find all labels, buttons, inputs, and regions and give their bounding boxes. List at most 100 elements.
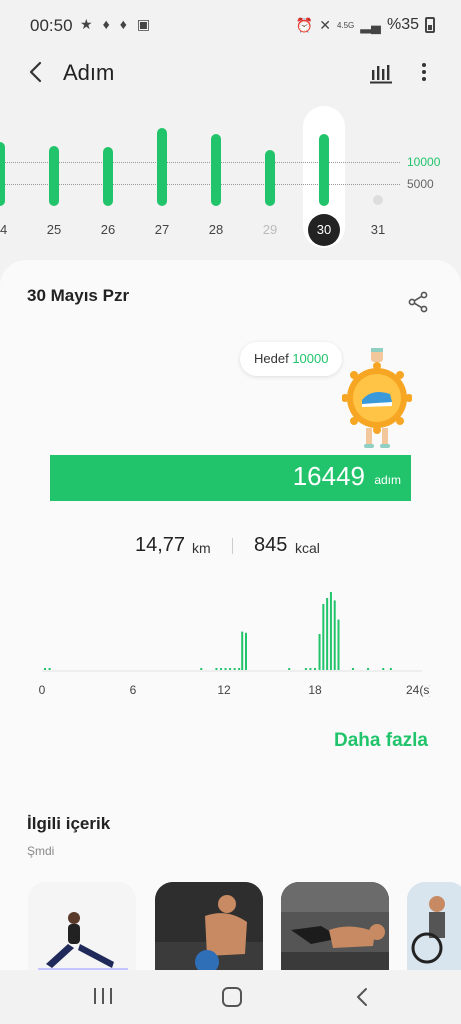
related-content-card[interactable] xyxy=(28,882,136,972)
hourly-bar xyxy=(238,668,241,670)
x-tick-label: 18 xyxy=(308,683,322,697)
goal-line xyxy=(0,162,400,163)
hourly-bar xyxy=(309,668,312,670)
mid-line xyxy=(0,184,400,185)
hourly-steps-chart[interactable]: 0 6 12 18 24(s) xyxy=(30,570,430,700)
hourly-bar xyxy=(326,598,329,670)
hourly-bar xyxy=(318,634,321,670)
chevron-left-icon xyxy=(29,61,42,83)
mute-icon: ✕ xyxy=(319,16,331,33)
home-icon[interactable] xyxy=(222,987,242,1007)
day-empty-marker-31 xyxy=(373,195,383,205)
back-button[interactable] xyxy=(22,58,50,86)
bell-icon: ♦ xyxy=(119,16,127,32)
hourly-bar xyxy=(389,668,392,670)
day-label-26[interactable]: 26 xyxy=(93,222,123,237)
goal-value: 10000 xyxy=(292,351,329,366)
workout-image xyxy=(155,882,263,972)
workout-image xyxy=(281,882,389,972)
screen: 00:50 ★ ♦ ♦ ▣ ⏰ ✕ 4.5G ▂▄ %35 Adım 10000… xyxy=(0,0,461,1024)
hourly-bar xyxy=(322,604,325,670)
status-right: ⏰ ✕ 4.5G ▂▄ %35 xyxy=(296,16,435,34)
hourly-bar xyxy=(229,668,232,670)
distance-unit: km xyxy=(192,540,211,556)
more-dot xyxy=(422,70,426,74)
distance-value: 14,77 xyxy=(135,534,186,556)
more-link[interactable]: Daha fazla xyxy=(334,730,428,752)
hourly-bar xyxy=(48,668,51,670)
hourly-bar xyxy=(288,668,291,670)
hourly-bar xyxy=(314,668,316,670)
day-label-29[interactable]: 29 xyxy=(255,222,285,237)
hourly-bar xyxy=(337,619,340,670)
hourly-bar xyxy=(224,668,227,670)
status-bar: 00:50 ★ ♦ ♦ ▣ ⏰ ✕ 4.5G ▂▄ %35 xyxy=(0,0,461,52)
related-content-card[interactable] xyxy=(281,882,389,972)
battery-label: %35 xyxy=(386,16,419,33)
day-bar-26[interactable] xyxy=(103,147,113,206)
back-icon[interactable] xyxy=(352,986,372,1008)
trends-button[interactable] xyxy=(368,60,394,86)
notification-icon: ★ xyxy=(80,16,93,32)
steps-count: 16449 xyxy=(292,461,365,491)
network-label: 4.5G xyxy=(336,20,355,30)
day-strip[interactable]: 10000 5000 24 25 26 27 28 29 30 31 xyxy=(0,100,461,250)
goal-axis-label: 10000 xyxy=(407,155,441,169)
more-options-button[interactable] xyxy=(412,58,436,86)
bell-icon: ♦ xyxy=(102,16,110,32)
hourly-bar xyxy=(44,668,47,670)
day-bar-30[interactable] xyxy=(319,134,329,206)
day-bar-25[interactable] xyxy=(49,146,59,206)
app-bar: Adım xyxy=(0,52,461,96)
goal-bubble: Hedef 10000 xyxy=(240,342,343,376)
hourly-chart-svg: 0 6 12 18 24(s) xyxy=(39,592,430,697)
summary-date: 30 Mayıs Pzr xyxy=(27,286,130,305)
recent-line xyxy=(102,988,104,1004)
calories-unit: kcal xyxy=(295,540,320,556)
day-label-30[interactable]: 30 xyxy=(308,214,340,246)
hourly-bar xyxy=(244,632,247,670)
day-bar-29[interactable] xyxy=(265,150,275,206)
status-time: 00:50 xyxy=(30,16,73,35)
day-bar-24[interactable] xyxy=(0,142,5,206)
app-icon: ▣ xyxy=(136,16,151,32)
hourly-bar xyxy=(233,668,236,670)
workout-image xyxy=(28,882,136,972)
related-title: İlgili içerik xyxy=(27,814,111,833)
hourly-bar xyxy=(351,668,354,670)
recent-line xyxy=(94,988,96,1004)
x-tick-label: 12 xyxy=(217,683,231,697)
steps-progress-bar: 16449 adım xyxy=(50,455,411,501)
day-bar-28[interactable] xyxy=(211,134,221,206)
related-subtitle: Şmdi xyxy=(27,844,55,858)
hourly-bar xyxy=(382,668,385,670)
day-label-31[interactable]: 31 xyxy=(363,222,393,237)
related-content-card[interactable] xyxy=(155,882,263,972)
share-button[interactable] xyxy=(406,290,430,314)
hourly-bar xyxy=(200,668,203,670)
goal-prefix: Hedef xyxy=(254,351,289,366)
x-tick-label: 24(s) xyxy=(406,683,430,697)
day-bar-27[interactable] xyxy=(157,128,167,206)
bar-chart-icon xyxy=(370,65,392,84)
day-label-24[interactable]: 24 xyxy=(0,222,15,237)
hourly-bar xyxy=(241,631,244,670)
day-label-28[interactable]: 28 xyxy=(201,222,231,237)
stats-row: 14,77 km 845 kcal xyxy=(0,532,461,562)
signal-icon: ▂▄ xyxy=(360,16,381,33)
hourly-bar xyxy=(329,592,332,670)
hourly-bar xyxy=(304,668,307,670)
daily-summary-card: 30 Mayıs Pzr Hedef 10000 16449 adım 14,7… xyxy=(0,260,461,1024)
related-content-card[interactable] xyxy=(407,882,461,972)
alarm-icon: ⏰ xyxy=(295,16,314,33)
hourly-bar xyxy=(367,668,370,670)
hourly-bar xyxy=(215,668,218,670)
status-left-icons: ★ ♦ ♦ ▣ xyxy=(80,16,150,33)
day-label-25[interactable]: 25 xyxy=(39,222,69,237)
navigation-bar xyxy=(0,970,461,1024)
x-tick-label: 0 xyxy=(39,683,46,697)
x-tick-label: 6 xyxy=(130,683,137,697)
recent-apps-icon[interactable] xyxy=(94,988,112,1006)
hourly-bar xyxy=(219,668,222,670)
day-label-27[interactable]: 27 xyxy=(147,222,177,237)
